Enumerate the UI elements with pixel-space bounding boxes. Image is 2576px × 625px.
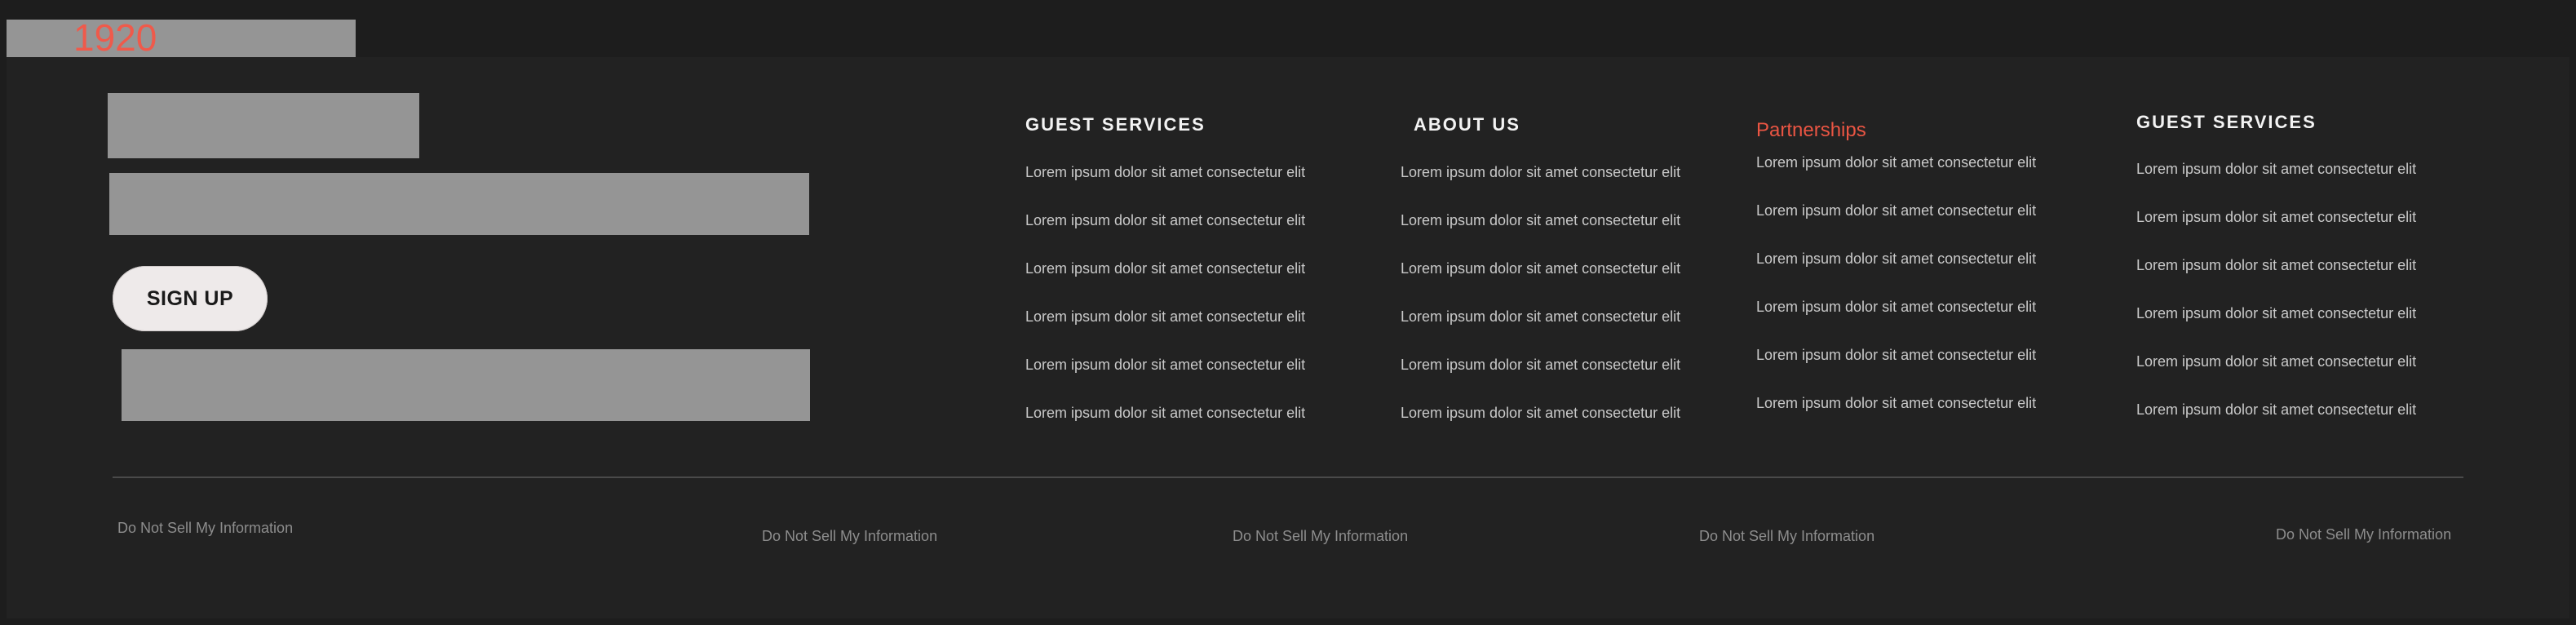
footer-link[interactable]: Lorem ipsum dolor sit amet consectetur e… (1401, 308, 1680, 326)
footer-link[interactable]: Lorem ipsum dolor sit amet consectetur e… (2136, 161, 2416, 178)
footer-link[interactable]: Lorem ipsum dolor sit amet consectetur e… (1025, 212, 1305, 229)
footer-link[interactable]: Lorem ipsum dolor sit amet consectetur e… (1401, 212, 1680, 229)
page: 1920 SIGN UP GUEST SERVICES Lorem ipsum … (0, 0, 2576, 625)
width-label-bar (7, 20, 356, 57)
do-not-sell-link[interactable]: Do Not Sell My Information (762, 528, 937, 545)
footer-link[interactable]: Lorem ipsum dolor sit amet consectetur e… (1025, 405, 1305, 422)
width-label: 1920 (73, 16, 157, 59)
footer-link[interactable]: Lorem ipsum dolor sit amet consectetur e… (1401, 405, 1680, 422)
footer-link[interactable]: Lorem ipsum dolor sit amet consectetur e… (2136, 353, 2416, 370)
social-placeholder (122, 349, 810, 421)
footer-link[interactable]: Lorem ipsum dolor sit amet consectetur e… (1756, 250, 2036, 268)
logo-placeholder (108, 93, 419, 158)
footer-link[interactable]: Lorem ipsum dolor sit amet consectetur e… (1756, 347, 2036, 364)
footer-link[interactable]: Lorem ipsum dolor sit amet consectetur e… (1401, 164, 1680, 181)
footer-link[interactable]: Lorem ipsum dolor sit amet consectetur e… (1756, 202, 2036, 219)
footer-panel: SIGN UP GUEST SERVICES Lorem ipsum dolor… (7, 57, 2569, 618)
do-not-sell-link[interactable]: Do Not Sell My Information (2276, 526, 2451, 543)
footer-link[interactable]: Lorem ipsum dolor sit amet consectetur e… (2136, 401, 2416, 419)
footer-link[interactable]: Lorem ipsum dolor sit amet consectetur e… (1025, 164, 1305, 181)
footer-link[interactable]: Lorem ipsum dolor sit amet consectetur e… (1401, 357, 1680, 374)
footer-link[interactable]: Lorem ipsum dolor sit amet consectetur e… (1756, 395, 2036, 412)
footer-link[interactable]: Lorem ipsum dolor sit amet consectetur e… (2136, 257, 2416, 274)
footer-link[interactable]: Lorem ipsum dolor sit amet consectetur e… (1025, 357, 1305, 374)
newsletter-input-placeholder[interactable] (109, 173, 809, 235)
do-not-sell-link[interactable]: Do Not Sell My Information (1233, 528, 1408, 545)
column-title: ABOUT US (1414, 114, 1520, 135)
footer-link[interactable]: Lorem ipsum dolor sit amet consectetur e… (1025, 260, 1305, 277)
column-title: Partnerships (1756, 119, 1866, 141)
footer-link[interactable]: Lorem ipsum dolor sit amet consectetur e… (1756, 299, 2036, 316)
footer-link[interactable]: Lorem ipsum dolor sit amet consectetur e… (1025, 308, 1305, 326)
column-title: GUEST SERVICES (2136, 112, 2317, 132)
do-not-sell-link[interactable]: Do Not Sell My Information (117, 520, 293, 537)
footer-link[interactable]: Lorem ipsum dolor sit amet consectetur e… (2136, 305, 2416, 322)
sign-up-button[interactable]: SIGN UP (113, 266, 268, 331)
footer-link[interactable]: Lorem ipsum dolor sit amet consectetur e… (1756, 154, 2036, 171)
footer-divider (113, 477, 2463, 478)
footer-link[interactable]: Lorem ipsum dolor sit amet consectetur e… (1401, 260, 1680, 277)
column-title: GUEST SERVICES (1025, 114, 1206, 135)
footer-link[interactable]: Lorem ipsum dolor sit amet consectetur e… (2136, 209, 2416, 226)
do-not-sell-link[interactable]: Do Not Sell My Information (1699, 528, 1874, 545)
